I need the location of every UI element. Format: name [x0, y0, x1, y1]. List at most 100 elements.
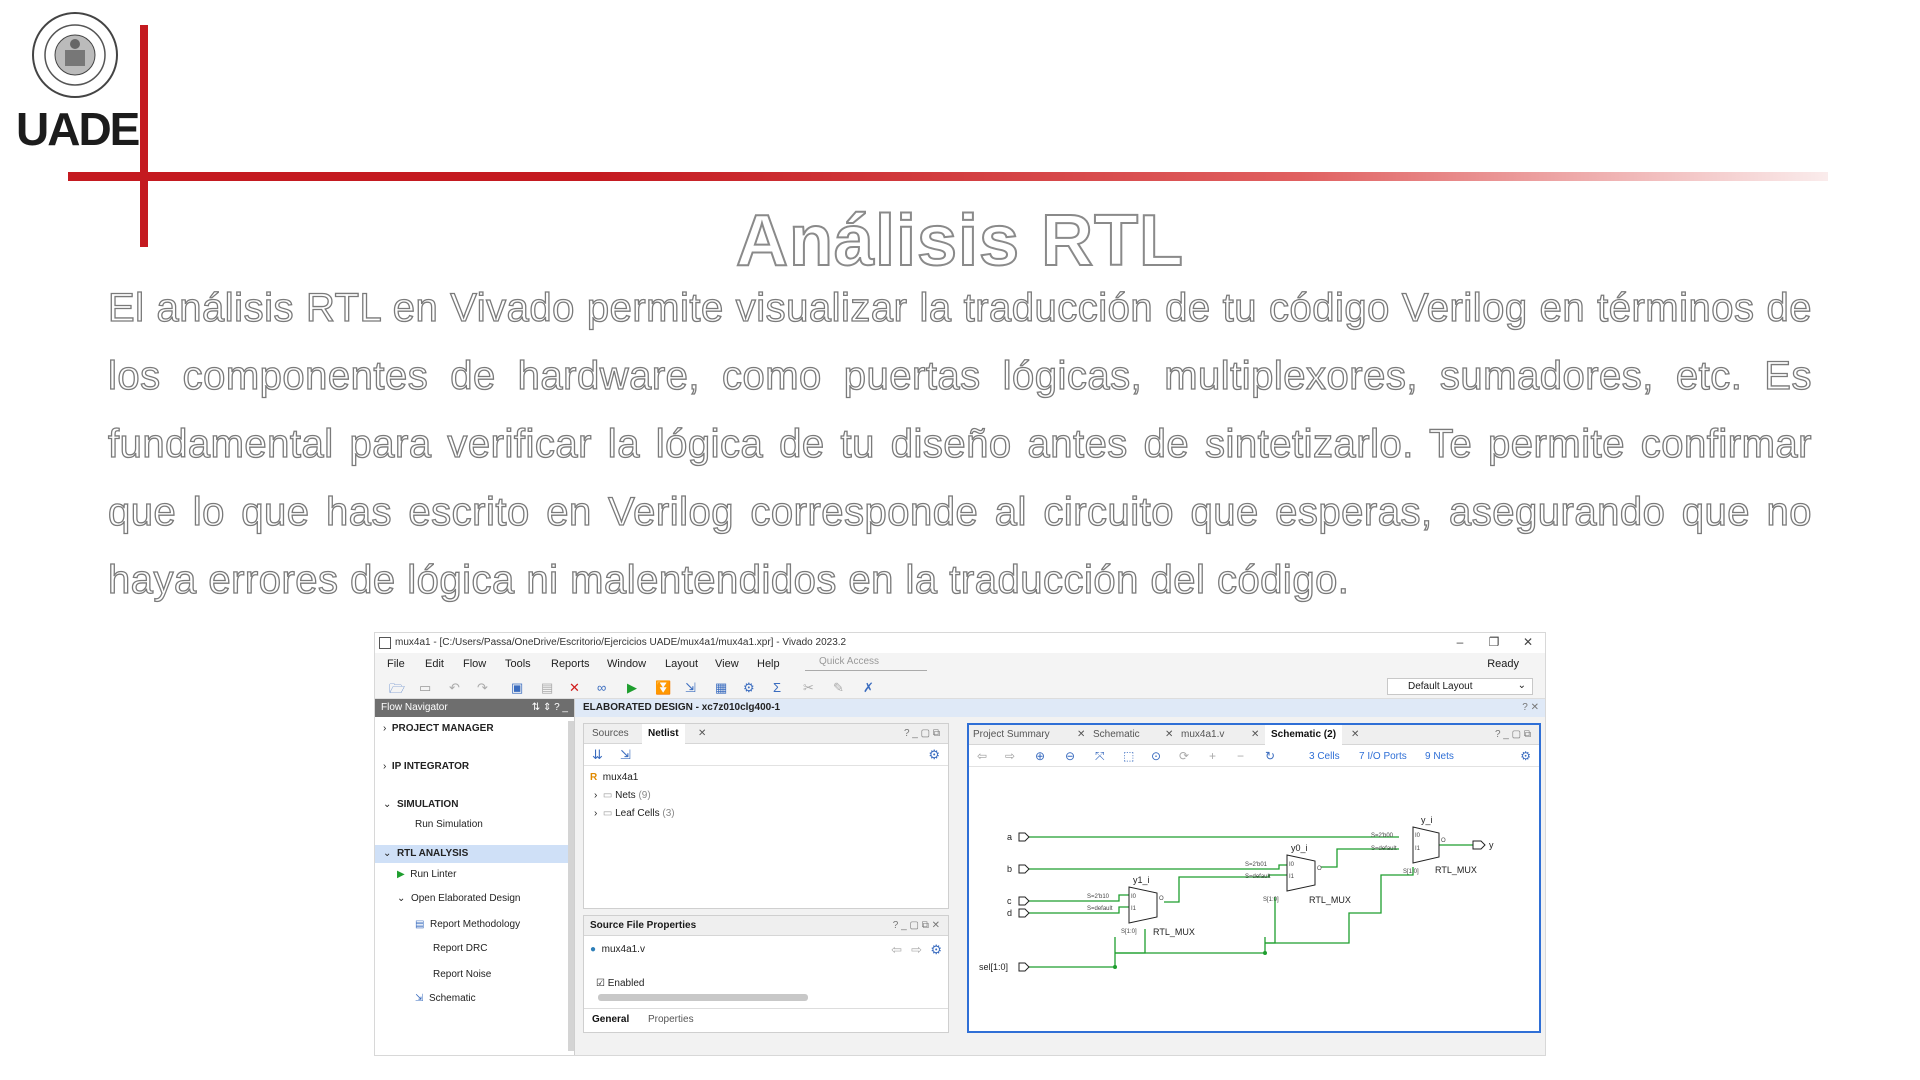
tab-general[interactable]: General [592, 1014, 629, 1025]
menu-tools[interactable]: Tools [505, 658, 531, 670]
menu-reports[interactable]: Reports [551, 658, 590, 670]
expand-icon[interactable]: + [1209, 749, 1216, 763]
nav-scrollbar[interactable] [568, 721, 574, 1051]
close-icon[interactable]: ✕ [1517, 635, 1539, 649]
menu-flow[interactable]: Flow [463, 658, 486, 670]
edit-icon[interactable]: ✎ [833, 680, 844, 696]
layout-select[interactable]: Default Layout ⌄ [1387, 678, 1533, 695]
menu-window[interactable]: Window [607, 658, 646, 670]
nav-rtl-analysis[interactable]: ⌄ RTL ANALYSIS [375, 845, 569, 863]
tree-nets[interactable]: › ▭ Nets (9) [594, 790, 651, 801]
regenerate-icon[interactable]: ⟳ [1179, 749, 1189, 763]
back-arrow-icon[interactable]: ⇦ [977, 749, 987, 763]
uade-logo: UADE [16, 10, 140, 155]
gear-icon[interactable]: ⚙ [1520, 749, 1531, 763]
tab-schematic-2[interactable]: Schematic (2) [1265, 725, 1343, 745]
vivado-window: mux4a1 - [C:/Users/Passa/OneDrive/Escrit… [374, 632, 1546, 1056]
menu-edit[interactable]: Edit [425, 658, 444, 670]
enabled-checkbox[interactable]: ☑ Enabled [596, 978, 644, 989]
tab-properties[interactable]: Properties [648, 1014, 694, 1025]
nav-open-elaborated[interactable]: ⌄ Open Elaborated Design [397, 893, 591, 904]
save-icon[interactable]: ▭ [419, 680, 431, 696]
tools-icon[interactable]: ✗ [863, 680, 874, 696]
close-tab-icon[interactable]: ✕ [1251, 729, 1259, 740]
gear-icon[interactable]: ⚙ [928, 747, 940, 763]
status-text: Ready [1487, 658, 1519, 670]
tab-netlist[interactable]: Netlist [642, 724, 685, 744]
run-icon: ▶ [397, 869, 405, 880]
cut-icon[interactable]: ✂ [803, 680, 814, 696]
tree-leaf-cells[interactable]: › ▭ Leaf Cells (3) [594, 808, 675, 819]
nav-run-linter[interactable]: ▶ Run Linter [397, 869, 591, 880]
cells-count[interactable]: 3 Cells [1309, 751, 1340, 762]
menu-view[interactable]: View [715, 658, 739, 670]
io-ports-count[interactable]: 7 I/O Ports [1359, 751, 1407, 762]
zoom-area-icon[interactable]: ⬚ [1123, 749, 1134, 763]
nav-simulation[interactable]: ⌄ SIMULATION [383, 799, 577, 810]
nav-ip-integrator[interactable]: › IP INTEGRATOR [383, 761, 577, 772]
panel-controls-icon[interactable]: ? _ ▢ ⧉ ✕ [893, 920, 940, 931]
nav-report-methodology[interactable]: ▤ Report Methodology [415, 919, 609, 930]
close-tab-icon[interactable]: ✕ [698, 728, 706, 739]
menu-file[interactable]: File [387, 658, 405, 670]
tab-schematic[interactable]: Schematic [1093, 729, 1140, 740]
bitstream-icon[interactable]: ⇲ [685, 680, 696, 696]
layout-select-label: Default Layout [1408, 681, 1473, 692]
flow-navigator: Flow Navigator ⇅ ⇕ ? _ › PROJECT MANAGER… [375, 699, 577, 1055]
settings-icon[interactable]: ⚙ [743, 680, 755, 696]
collapse-all-icon[interactable]: ⇊ [592, 747, 603, 763]
menu-layout[interactable]: Layout [665, 658, 698, 670]
forward-arrow-icon[interactable]: ⇨ [1005, 749, 1015, 763]
source-props-tabs: General Properties [584, 1008, 948, 1030]
schematic-panel: Project Summary ✕ Schematic ✕ mux4a1.v ✕… [967, 723, 1541, 1033]
zoom-in-icon[interactable]: ⊕ [1035, 749, 1045, 763]
quick-access-input[interactable]: Quick Access [805, 656, 927, 671]
close-tab-icon[interactable]: ✕ [1165, 729, 1173, 740]
minimize-icon[interactable]: – [1449, 635, 1471, 649]
tab-mux4a1-v[interactable]: mux4a1.v [1181, 729, 1224, 740]
gear-icon[interactable]: ⚙ [930, 942, 942, 958]
step-icon[interactable]: ⏬ [655, 680, 671, 696]
nav-schematic[interactable]: ⇲ Schematic [415, 993, 609, 1004]
report-icon[interactable]: ▦ [715, 680, 727, 696]
delete-icon[interactable]: ✕ [569, 680, 580, 696]
copy-icon[interactable]: ▣ [511, 680, 523, 696]
panel-controls-icon[interactable]: ? _ ▢ ⧉ [904, 728, 940, 739]
forward-arrow-icon[interactable]: ⇨ [911, 942, 922, 958]
nav-run-simulation[interactable]: Run Simulation [415, 819, 609, 830]
redo-icon[interactable]: ↷ [477, 680, 488, 696]
mux1-i1-cond: S=default [1087, 906, 1113, 912]
undo-icon[interactable]: ↶ [449, 680, 460, 696]
elaborated-design-header: ELABORATED DESIGN - xc7z010clg400-1 ? ✕ [575, 699, 1545, 717]
nav-project-manager[interactable]: › PROJECT MANAGER [383, 723, 577, 734]
link-icon[interactable]: ∞ [597, 680, 606, 695]
panel-controls-icon[interactable]: ⇅ ⇕ ? _ [532, 702, 568, 713]
run-icon[interactable]: ▶ [627, 680, 637, 696]
nets-count[interactable]: 9 Nets [1425, 751, 1454, 762]
back-arrow-icon[interactable]: ⇦ [891, 942, 902, 958]
zoom-out-icon[interactable]: ⊖ [1065, 749, 1075, 763]
zoom-fit-icon[interactable]: ⤧ [1095, 749, 1105, 764]
collapse-icon[interactable]: − [1237, 749, 1244, 763]
tab-project-summary[interactable]: Project Summary [973, 729, 1050, 740]
panel-controls-icon[interactable]: ? _ ▢ ⧉ [1495, 729, 1531, 740]
refresh-icon[interactable]: ↻ [1265, 749, 1275, 763]
schematic-icon[interactable]: ⇲ [620, 747, 631, 763]
tree-top-module[interactable]: R mux4a1 [590, 772, 638, 783]
horizontal-scrollbar[interactable] [598, 994, 808, 1001]
mux3-sel: S[1:0] [1403, 869, 1419, 875]
menu-bar: File Edit Flow Tools Reports Window Layo… [375, 653, 1545, 675]
paste-icon[interactable]: ▤ [541, 680, 553, 696]
tab-sources[interactable]: Sources [592, 728, 629, 739]
menu-help[interactable]: Help [757, 658, 780, 670]
restore-icon[interactable]: ❐ [1483, 635, 1505, 649]
mux-y0[interactable]: y0_i S=2'b01 S=default I0 I1 O S[1:0] RT… [1245, 843, 1351, 905]
help-close-icon[interactable]: ? ✕ [1522, 702, 1539, 713]
mux3-pin-i0: I0 [1415, 833, 1421, 839]
sigma-icon[interactable]: Σ [773, 680, 781, 695]
target-icon[interactable]: ⊙ [1151, 749, 1161, 763]
report-icon: ▤ [415, 919, 425, 930]
close-tab-icon[interactable]: ✕ [1351, 729, 1359, 740]
chevron-down-icon: ⌄ [1517, 680, 1526, 691]
close-tab-icon[interactable]: ✕ [1077, 729, 1085, 740]
